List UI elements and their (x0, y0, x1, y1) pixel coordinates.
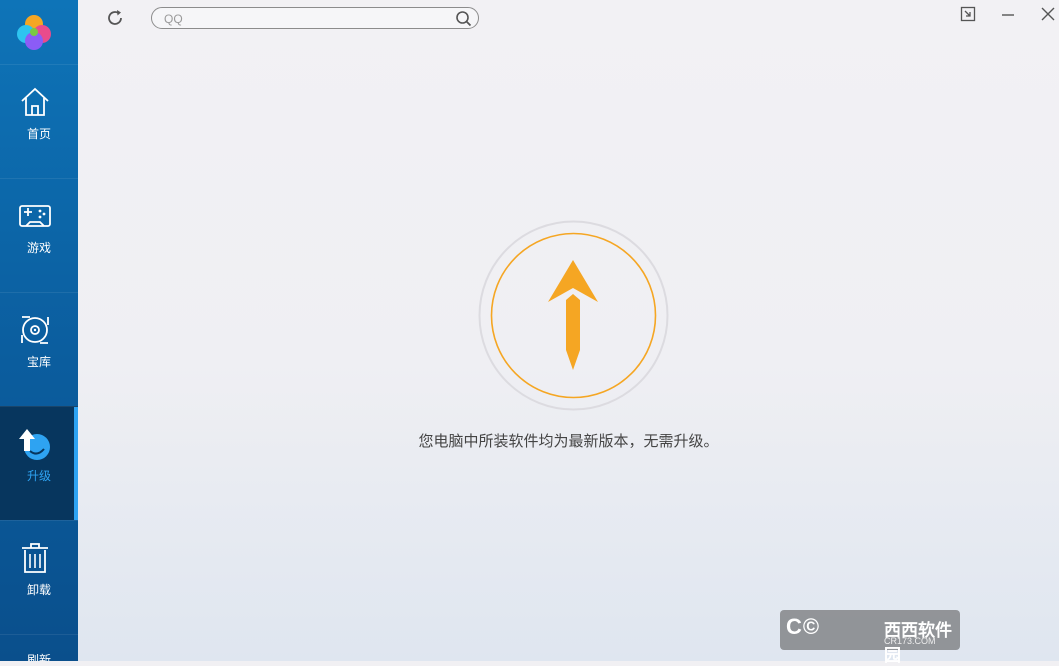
minimize-icon[interactable] (1000, 6, 1016, 22)
sidebar-item-label: 刷新 (26, 653, 51, 661)
sidebar-item-label: 升级 (26, 469, 51, 483)
watermark-logo-icon: C© (786, 614, 821, 639)
watermark-url: CR173.COM (884, 636, 936, 646)
sidebar-item-label: 首页 (26, 127, 51, 141)
sidebar-item-label: 游戏 (26, 241, 51, 255)
sidebar-item-label: 宝库 (26, 355, 51, 369)
sidebar-item-upgrade[interactable]: 升级 (0, 406, 78, 520)
app-logo-icon (17, 15, 51, 50)
home-icon (21, 87, 49, 116)
disc-icon (21, 316, 49, 344)
search-box[interactable] (151, 7, 479, 29)
status-message: 您电脑中所装软件均为最新版本，无需升级。 (418, 432, 719, 450)
sidebar-item-games[interactable]: 游戏 (0, 178, 78, 292)
sidebar: 首页 游戏 宝库 升级 卸载 刷新 (0, 0, 78, 661)
sidebar-item-label: 卸载 (26, 583, 51, 597)
upgrade-icon (19, 429, 50, 460)
sidebar-item-uninstall[interactable]: 卸载 (0, 520, 78, 634)
up-to-date-arrow-icon (478, 220, 669, 411)
trash-icon (22, 543, 48, 573)
restore-window-icon[interactable] (960, 6, 976, 22)
search-icon[interactable] (455, 10, 472, 27)
close-icon[interactable] (1040, 6, 1056, 22)
watermark: C© 西西软件园 CR173.COM (780, 610, 960, 665)
gamepad-icon (19, 205, 51, 227)
refresh-icon[interactable] (105, 8, 125, 28)
sidebar-item-treasury[interactable]: 宝库 (0, 292, 78, 406)
sidebar-item-partial[interactable]: 刷新 (0, 634, 78, 661)
main-panel: 您电脑中所装软件均为最新版本，无需升级。 (78, 0, 1059, 661)
sidebar-item-home[interactable]: 首页 (0, 64, 78, 178)
search-input[interactable] (162, 10, 446, 28)
